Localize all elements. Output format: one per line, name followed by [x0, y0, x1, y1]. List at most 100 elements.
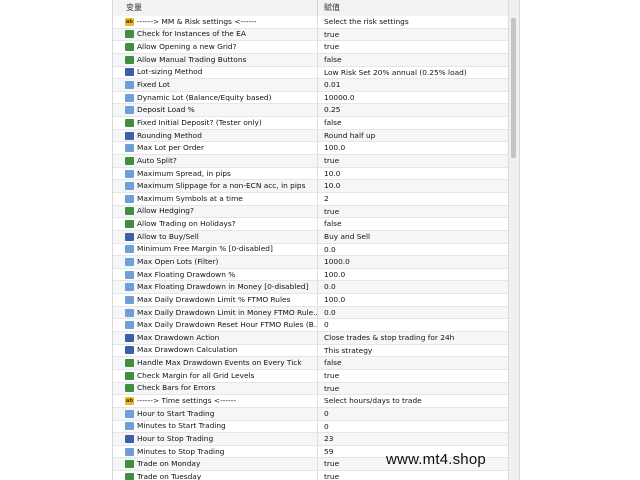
watermark: www.mt4.shop — [386, 451, 486, 468]
table-row[interactable]: Auto Split? true — [113, 155, 509, 168]
table-row[interactable]: Lot-sizing Method Low Risk Set 20% annual… — [113, 66, 509, 80]
parameter-value[interactable]: Close trades & stop trading for 24h — [318, 332, 509, 344]
table-row[interactable]: ab ------> MM & Risk settings <------ Sele… — [113, 16, 509, 29]
parameter-name: Maximum Slippage for a non-ECN acc, in p… — [137, 181, 306, 191]
parameter-name: Max Drawdown Calculation — [137, 345, 238, 355]
table-row[interactable]: Max Floating Drawdown % 100.0 — [113, 268, 509, 282]
parameter-name-cell: Hour to Start Trading — [113, 407, 318, 420]
parameter-value[interactable]: 0 — [318, 319, 509, 331]
scrollbar-thumb[interactable] — [511, 18, 516, 158]
parameter-value[interactable]: 2 — [318, 193, 509, 205]
parameter-name-cell: Max Floating Drawdown % — [113, 268, 318, 281]
parameter-name-cell: Auto Split? — [113, 155, 318, 167]
parameter-value[interactable]: Select hours/days to trade — [318, 395, 509, 407]
parameter-value[interactable]: false — [318, 54, 509, 66]
table-row[interactable]: Max Daily Drawdown Limit % FTMO Rules 100… — [113, 294, 509, 307]
table-row[interactable]: Handle Max Drawdown Events on Every Tick… — [113, 357, 509, 370]
num-type-icon — [125, 144, 134, 153]
table-row[interactable]: Max Daily Drawdown Limit in Money FTMO R… — [113, 306, 509, 320]
table-row[interactable]: Fixed Lot 0.01 — [113, 79, 509, 92]
parameter-value[interactable]: false — [318, 357, 509, 369]
parameter-name: Max Daily Drawdown Limit in Money FTMO R… — [137, 307, 318, 317]
table-row[interactable]: Allow Hedging? true — [113, 205, 509, 219]
parameter-value[interactable]: 0 — [318, 408, 509, 420]
table-row[interactable]: ab ------> Time settings <------ Select ho… — [113, 395, 509, 408]
parameter-value[interactable]: true — [318, 383, 509, 395]
table-row[interactable]: Maximum Symbols at a time 2 — [113, 192, 509, 206]
table-row[interactable]: Allow Manual Trading Buttons false — [113, 53, 509, 67]
parameter-value[interactable]: 23 — [318, 433, 509, 445]
parameter-value[interactable]: 0.01 — [318, 79, 509, 91]
table-row[interactable]: Allow to Buy/Sell Buy and Sell — [113, 230, 509, 244]
parameter-value[interactable]: Round half up — [318, 130, 509, 142]
table-row[interactable]: Dynamic Lot (Balance/Equity based) 10000.… — [113, 91, 509, 105]
parameter-name-cell: Max Drawdown Action — [113, 332, 318, 344]
parameter-value[interactable]: 0.25 — [318, 104, 509, 116]
parameter-name-cell: Max Daily Drawdown Limit in Money FTMO R… — [113, 306, 318, 319]
parameter-name: Dynamic Lot (Balance/Equity based) — [137, 92, 272, 102]
parameter-name-cell: Trade on Monday — [113, 458, 318, 471]
num-type-icon — [125, 321, 134, 330]
num-type-icon — [125, 194, 134, 203]
parameter-value[interactable]: 1000.0 — [318, 256, 509, 268]
parameter-value[interactable]: true — [318, 206, 509, 218]
parameter-value[interactable]: true — [318, 41, 509, 53]
str-type-icon — [125, 371, 134, 380]
parameter-name-cell: Check for Instances of the EA — [113, 28, 318, 41]
table-row[interactable]: Allow Opening a new Grid? true — [113, 41, 509, 54]
parameter-value[interactable]: 0 — [318, 421, 509, 433]
parameter-value[interactable]: false — [318, 218, 509, 230]
parameter-value[interactable]: 10.0 — [318, 168, 509, 180]
table-row[interactable]: Minimum Free Margin % [0-disabled] 0.0 — [113, 243, 509, 257]
parameter-value[interactable]: true — [318, 370, 509, 382]
table-row[interactable]: Minutes to Start Trading 0 — [113, 420, 509, 434]
table-row[interactable]: Check Margin for all Grid Levels true — [113, 369, 509, 383]
str-type-icon — [125, 156, 134, 165]
parameter-value[interactable]: Buy and Sell — [318, 231, 509, 243]
parameter-name-cell: Check Margin for all Grid Levels — [113, 369, 318, 382]
parameter-value[interactable]: Low Risk Set 20% annual (0.25% load) — [318, 67, 509, 79]
table-row[interactable]: Hour to Start Trading 0 — [113, 407, 509, 421]
parameter-value[interactable]: 10000.0 — [318, 92, 509, 104]
table-row[interactable]: Check Bars for Errors true — [113, 382, 509, 396]
parameter-value[interactable]: 100.0 — [318, 294, 509, 306]
parameter-name-cell: ab ------> MM & Risk settings <------ — [113, 16, 318, 28]
table-row[interactable]: Max Daily Drawdown Reset Hour FTMO Rules… — [113, 319, 509, 333]
column-header-value[interactable]: 赋值 — [318, 0, 509, 16]
table-row[interactable]: Max Open Lots (Filter) 1000.0 — [113, 256, 509, 269]
table-row[interactable]: Max Drawdown Action Close trades & stop t… — [113, 332, 509, 345]
parameter-value[interactable]: 0.0 — [318, 281, 509, 293]
column-header-variable[interactable]: 变量 — [113, 0, 318, 16]
parameter-value[interactable]: true — [318, 155, 509, 167]
table-row[interactable]: Fixed Initial Deposit? (Tester only) fals… — [113, 117, 509, 130]
table-row[interactable]: Allow Trading on Holidays? false — [113, 218, 509, 231]
parameter-value[interactable]: 0.0 — [318, 307, 509, 319]
parameter-value[interactable]: This strategy — [318, 345, 509, 357]
parameter-value[interactable]: 100.0 — [318, 269, 509, 281]
table-row[interactable]: Deposit Load % 0.25 — [113, 104, 509, 118]
table-row[interactable]: Max Floating Drawdown in Money [0-disabl… — [113, 281, 509, 295]
str-type-icon — [125, 207, 134, 216]
table-row[interactable]: Trade on Tuesday true — [113, 471, 509, 480]
parameter-value[interactable]: true — [318, 471, 509, 480]
table-row[interactable]: Rounding Method Round half up — [113, 129, 509, 143]
table-row[interactable]: Check for Instances of the EA true — [113, 28, 509, 42]
parameter-value[interactable]: 0.0 — [318, 244, 509, 256]
vertical-scrollbar[interactable] — [508, 0, 519, 480]
str-type-icon — [125, 472, 134, 480]
parameter-value[interactable]: false — [318, 117, 509, 129]
str-type-icon — [125, 460, 134, 469]
parameter-name: Check Margin for all Grid Levels — [137, 370, 255, 380]
parameter-name-cell: Rounding Method — [113, 129, 318, 142]
table-row[interactable]: Hour to Stop Trading 23 — [113, 433, 509, 446]
parameter-value[interactable]: 100.0 — [318, 142, 509, 154]
table-row[interactable]: Max Drawdown Calculation This strategy — [113, 344, 509, 358]
table-row[interactable]: Max Lot per Order 100.0 — [113, 142, 509, 156]
parameter-value[interactable]: true — [318, 29, 509, 41]
table-row[interactable]: Maximum Slippage for a non-ECN acc, in p… — [113, 180, 509, 193]
parameter-name: Max Daily Drawdown Limit % FTMO Rules — [137, 294, 291, 304]
parameter-value[interactable]: Select the risk settings — [318, 16, 509, 28]
parameter-name: Auto Split? — [137, 155, 177, 165]
parameter-value[interactable]: 10.0 — [318, 180, 509, 192]
table-row[interactable]: Maximum Spread, in pips 10.0 — [113, 167, 509, 181]
